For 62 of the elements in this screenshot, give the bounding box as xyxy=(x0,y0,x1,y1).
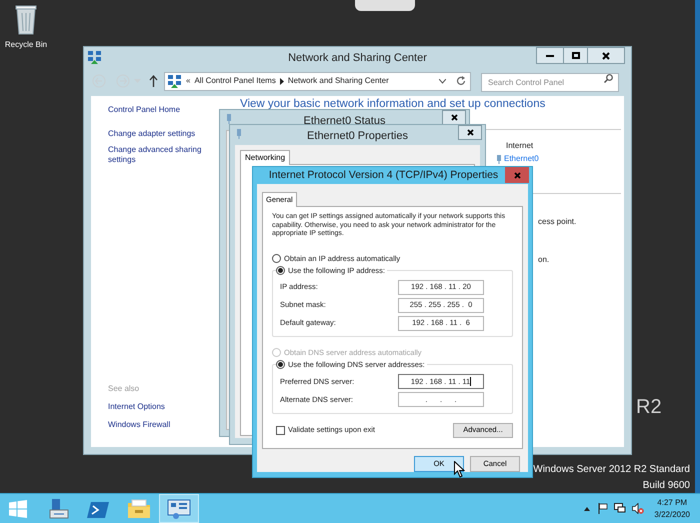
sidebar-link[interactable]: Control Panel Home xyxy=(108,105,180,115)
sidebar-link[interactable]: Change advanced sharing settings xyxy=(108,145,213,165)
refresh-icon[interactable] xyxy=(456,76,466,86)
breadcrumb-item[interactable]: All Control Panel Items xyxy=(194,75,276,87)
recycle-bin-icon[interactable] xyxy=(14,3,38,35)
radio-button[interactable] xyxy=(272,254,281,263)
tab[interactable]: Networking xyxy=(240,150,290,165)
search-field[interactable]: Search Control Panel xyxy=(481,73,619,92)
network-icon xyxy=(167,74,182,88)
description-text: cess point. xyxy=(538,216,578,228)
separator-arrow-icon xyxy=(280,78,284,84)
server-manager-icon xyxy=(47,498,71,519)
sidebar-link[interactable]: Windows Firewall xyxy=(108,419,170,431)
close-icon xyxy=(602,52,610,60)
taskbar-button[interactable] xyxy=(159,494,199,523)
caret-up-icon[interactable] xyxy=(584,506,590,510)
window-title: Ethernet0 Status xyxy=(304,114,386,129)
window-title: Network and Sharing Center xyxy=(288,50,427,66)
radio-button[interactable] xyxy=(276,266,285,275)
network-icon xyxy=(87,50,102,65)
clock-date[interactable]: 3/22/2020 xyxy=(654,508,690,520)
minimize-button[interactable] xyxy=(536,47,564,64)
speaker-muted-icon[interactable] xyxy=(632,503,644,514)
ethernet-icon xyxy=(496,154,502,164)
search-icon[interactable] xyxy=(604,74,613,83)
network-status-icon[interactable] xyxy=(614,503,626,514)
mouse-cursor-icon xyxy=(454,461,465,478)
close-icon xyxy=(466,129,474,136)
icon-label[interactable]: Recycle Bin xyxy=(4,39,48,51)
checkbox[interactable] xyxy=(276,426,285,434)
radio-button[interactable] xyxy=(276,360,285,370)
address-bar[interactable]: « All Control Panel Items Network and Sharing Center xyxy=(164,72,471,90)
close-icon xyxy=(450,114,458,121)
breadcrumb-item[interactable]: Network and Sharing Center xyxy=(288,75,389,87)
close-button[interactable] xyxy=(458,125,482,140)
close-button[interactable] xyxy=(588,47,625,64)
sidebar-link[interactable]: Change adapter settings xyxy=(108,129,196,139)
flag-icon[interactable] xyxy=(598,503,608,514)
network-link[interactable]: Ethernet0 xyxy=(504,153,539,166)
dropdown-icon[interactable] xyxy=(439,78,446,84)
ethernet-icon xyxy=(236,129,242,139)
text-caret xyxy=(470,377,472,386)
section-label: See also xyxy=(108,383,140,395)
description-text: on. xyxy=(538,254,550,266)
watermark-text: R2 xyxy=(636,395,662,420)
dialog-title: Internet Protocol Version 4 (TCP/IPv4) Properties xyxy=(268,168,500,183)
edition-text: Windows Server 2012 R2 Standard xyxy=(533,463,690,477)
close-icon xyxy=(514,172,520,178)
window-edge xyxy=(355,0,415,11)
maximize-button[interactable] xyxy=(564,47,588,64)
up-arrow-icon[interactable] xyxy=(149,75,158,87)
close-button[interactable] xyxy=(442,110,466,125)
clock-time[interactable]: 4:27 PM xyxy=(657,496,688,508)
edition-text: Build 9600 xyxy=(642,479,690,493)
network-panel-icon xyxy=(167,498,191,519)
folder-icon xyxy=(127,498,151,519)
page-heading: View your basic network information and set up connections xyxy=(240,97,546,112)
breadcrumb-chevron[interactable]: « xyxy=(186,75,190,87)
network-label: Internet xyxy=(506,140,534,152)
sidebar-link[interactable]: Internet Options xyxy=(108,401,165,413)
window-title: Ethernet0 Properties xyxy=(307,129,408,144)
ethernet-icon xyxy=(226,114,232,124)
